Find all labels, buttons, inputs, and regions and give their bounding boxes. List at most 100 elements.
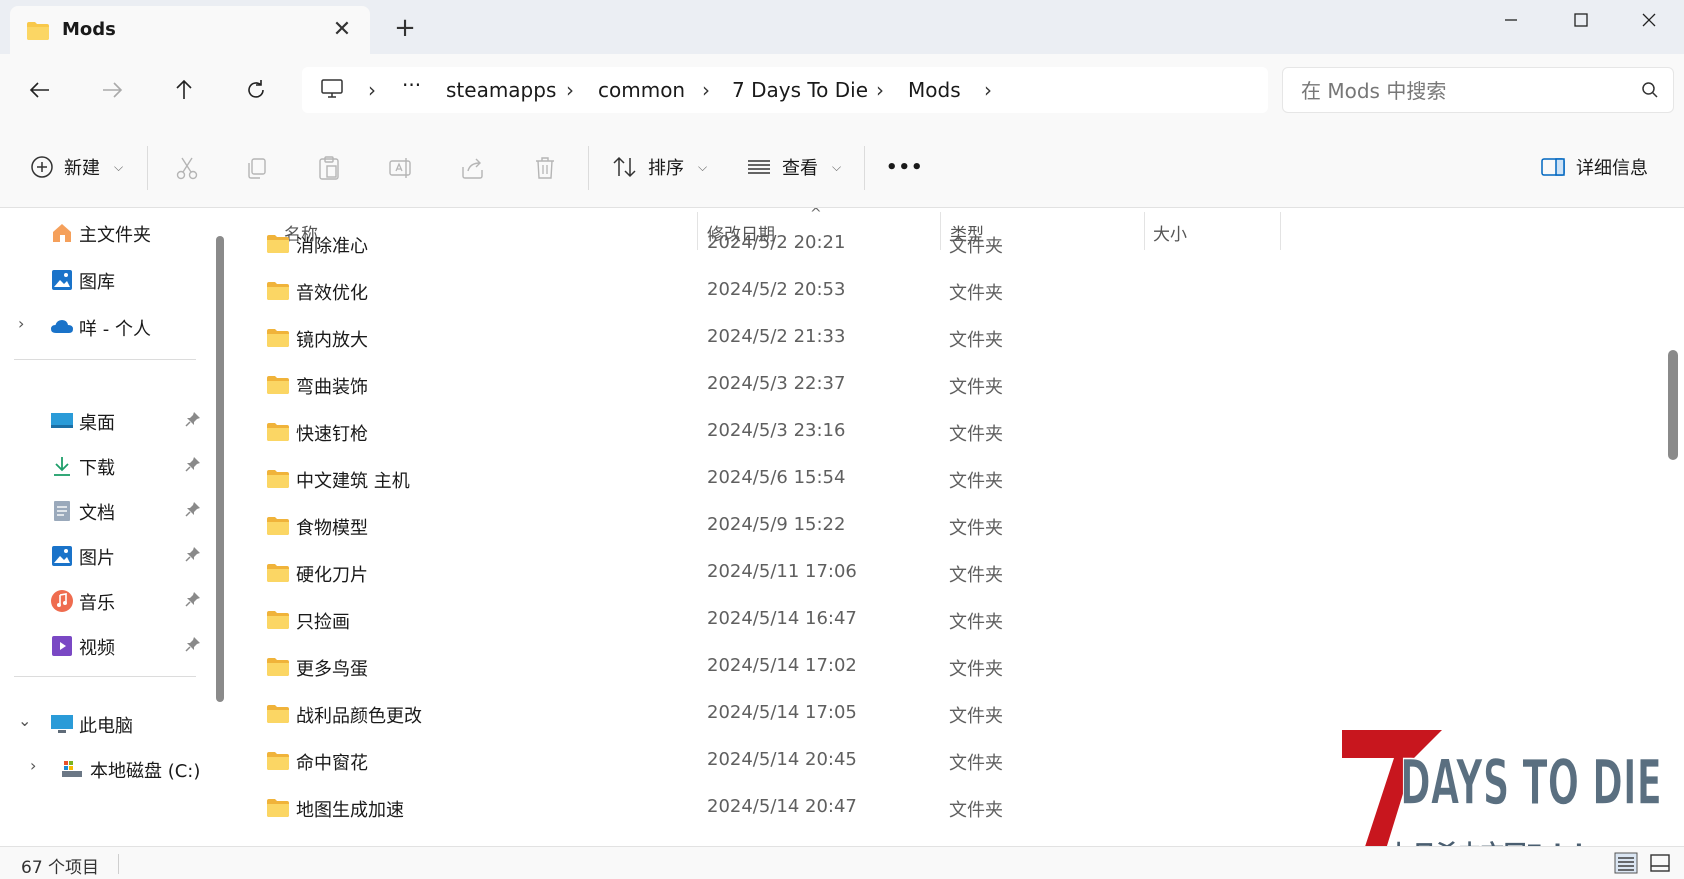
file-row[interactable]: 硬化刀片 2024/5/11 17:06 文件夹	[232, 553, 1632, 600]
file-row[interactable]: 弯曲装饰 2024/5/3 22:37 文件夹	[232, 365, 1632, 412]
file-type: 文件夹	[949, 565, 1003, 586]
file-name: 战利品颜色更改	[296, 706, 422, 727]
delete-button[interactable]	[529, 152, 561, 184]
tab-mods[interactable]: Mods ✕	[10, 6, 370, 54]
sidebar-item-this-pc[interactable]: ⌄ 此电脑	[0, 701, 210, 745]
chevron-right-icon[interactable]: ›	[30, 756, 36, 775]
sidebar-item-label: 图库	[79, 272, 115, 293]
pin-icon[interactable]	[185, 591, 201, 612]
chevron-right-icon[interactable]: ›	[876, 78, 884, 102]
file-name: 命中窗花	[296, 753, 368, 774]
status-divider	[118, 854, 119, 874]
sidebar-item-home[interactable]: 主文件夹	[0, 210, 210, 254]
file-row[interactable]: 消除准心 2024/5/2 20:21 文件夹	[232, 224, 1632, 271]
sidebar-item-desktop[interactable]: 桌面	[0, 398, 210, 442]
drive-icon	[60, 757, 84, 781]
sidebar-item-drive-c[interactable]: › 本地磁盘 (C:)	[0, 746, 210, 790]
details-view-toggle[interactable]	[1614, 852, 1638, 879]
close-window-button[interactable]	[1614, 0, 1684, 40]
back-button[interactable]	[20, 72, 60, 108]
pin-icon[interactable]	[185, 501, 201, 522]
rename-icon	[389, 158, 411, 178]
sidebar-item-label: 视频	[79, 638, 115, 659]
folder-icon	[26, 21, 50, 46]
cut-button[interactable]	[171, 152, 203, 184]
details-pane-button[interactable]: 详细信息	[1540, 126, 1648, 208]
chevron-right-icon[interactable]: ›	[566, 78, 574, 102]
sidebar-item-gallery[interactable]: 图库	[0, 257, 210, 301]
folder-icon	[266, 234, 290, 259]
breadcrumb-mods[interactable]: Mods	[908, 78, 961, 102]
file-row[interactable]: 快速钉枪 2024/5/3 23:16 文件夹	[232, 412, 1632, 459]
file-row[interactable]: 只捡画 2024/5/14 16:47 文件夹	[232, 600, 1632, 647]
file-row[interactable]: 中文建筑 主机 2024/5/6 15:54 文件夹	[232, 459, 1632, 506]
list-view-icon	[748, 160, 770, 174]
sidebar-item-videos[interactable]: 视频	[0, 623, 210, 667]
maximize-button[interactable]	[1546, 0, 1616, 40]
address-bar[interactable]: › ··· steamapps › common › 7 Days To Die…	[302, 67, 1268, 113]
breadcrumb-more[interactable]: ···	[402, 73, 421, 97]
sidebar-item-downloads[interactable]: 下载	[0, 443, 210, 487]
chevron-right-icon[interactable]: ›	[984, 78, 992, 102]
folder-icon	[266, 516, 290, 541]
file-date: 2024/5/6 15:54	[707, 467, 846, 488]
sidebar-item-music[interactable]: 音乐	[0, 578, 210, 622]
refresh-icon	[248, 80, 264, 98]
plus-circle-icon	[31, 156, 53, 178]
file-name: 音效优化	[296, 283, 368, 304]
copy-button[interactable]	[241, 152, 273, 184]
sidebar-scrollbar[interactable]	[216, 236, 224, 702]
refresh-button[interactable]	[236, 72, 276, 108]
folder-icon	[266, 751, 290, 776]
pin-icon[interactable]	[185, 546, 201, 567]
file-list-scrollbar[interactable]	[1668, 350, 1678, 460]
file-row[interactable]: 镜内放大 2024/5/2 21:33 文件夹	[232, 318, 1632, 365]
new-button[interactable]: 新建 ⌵	[30, 126, 123, 208]
paste-button[interactable]	[313, 152, 345, 184]
file-type: 文件夹	[949, 377, 1003, 398]
download-icon	[50, 454, 74, 478]
pin-icon[interactable]	[185, 456, 201, 477]
more-options-button[interactable]: •••	[886, 126, 924, 208]
details-pane-icon	[1541, 158, 1565, 176]
breadcrumb-common[interactable]: common	[598, 78, 685, 102]
view-button[interactable]: 查看 ⌵	[746, 126, 841, 208]
file-row[interactable]: 音效优化 2024/5/2 20:53 文件夹	[232, 271, 1632, 318]
file-type: 文件夹	[949, 753, 1003, 774]
breadcrumb-steamapps[interactable]: steamapps	[446, 78, 556, 102]
sidebar-item-documents[interactable]: 文档	[0, 488, 210, 532]
chevron-right-icon[interactable]: ›	[702, 78, 710, 102]
share-button[interactable]	[457, 152, 489, 184]
file-date: 2024/5/11 17:06	[707, 561, 857, 582]
chevron-right-icon[interactable]: ›	[18, 314, 24, 333]
up-button[interactable]	[164, 72, 204, 108]
close-tab-icon[interactable]: ✕	[328, 16, 356, 44]
file-date: 2024/5/2 21:33	[707, 326, 846, 347]
sidebar-item-onedrive[interactable]: › 咩 - 个人	[0, 304, 210, 348]
home-icon	[50, 221, 74, 245]
this-pc-icon[interactable]	[320, 78, 344, 105]
search-input[interactable]	[1301, 76, 1621, 106]
file-name: 更多鸟蛋	[296, 659, 368, 680]
breadcrumb-7-days-to-die[interactable]: 7 Days To Die	[732, 78, 868, 102]
sidebar-item-label: 文档	[79, 503, 115, 524]
new-label: 新建	[64, 158, 100, 179]
sidebar-item-pictures[interactable]: 图片	[0, 533, 210, 577]
sidebar-divider	[14, 359, 196, 360]
forward-button[interactable]	[92, 72, 132, 108]
tiles-view-toggle[interactable]	[1648, 852, 1672, 879]
chevron-right-icon[interactable]: ›	[368, 78, 376, 102]
minimize-button[interactable]	[1476, 0, 1546, 40]
file-name: 地图生成加速	[296, 800, 404, 821]
pin-icon[interactable]	[185, 411, 201, 432]
new-tab-button[interactable]: +	[390, 14, 420, 44]
sidebar-item-label: 下载	[79, 458, 115, 479]
file-row[interactable]: 更多鸟蛋 2024/5/14 17:02 文件夹	[232, 647, 1632, 694]
file-row[interactable]: 食物模型 2024/5/9 15:22 文件夹	[232, 506, 1632, 553]
pin-icon[interactable]	[185, 636, 201, 657]
search-box[interactable]	[1282, 67, 1674, 113]
rename-button[interactable]	[385, 152, 417, 184]
sort-button[interactable]: 排序 ⌵	[612, 126, 707, 208]
chevron-down-icon[interactable]: ⌄	[18, 711, 31, 730]
search-icon[interactable]	[1641, 81, 1659, 104]
